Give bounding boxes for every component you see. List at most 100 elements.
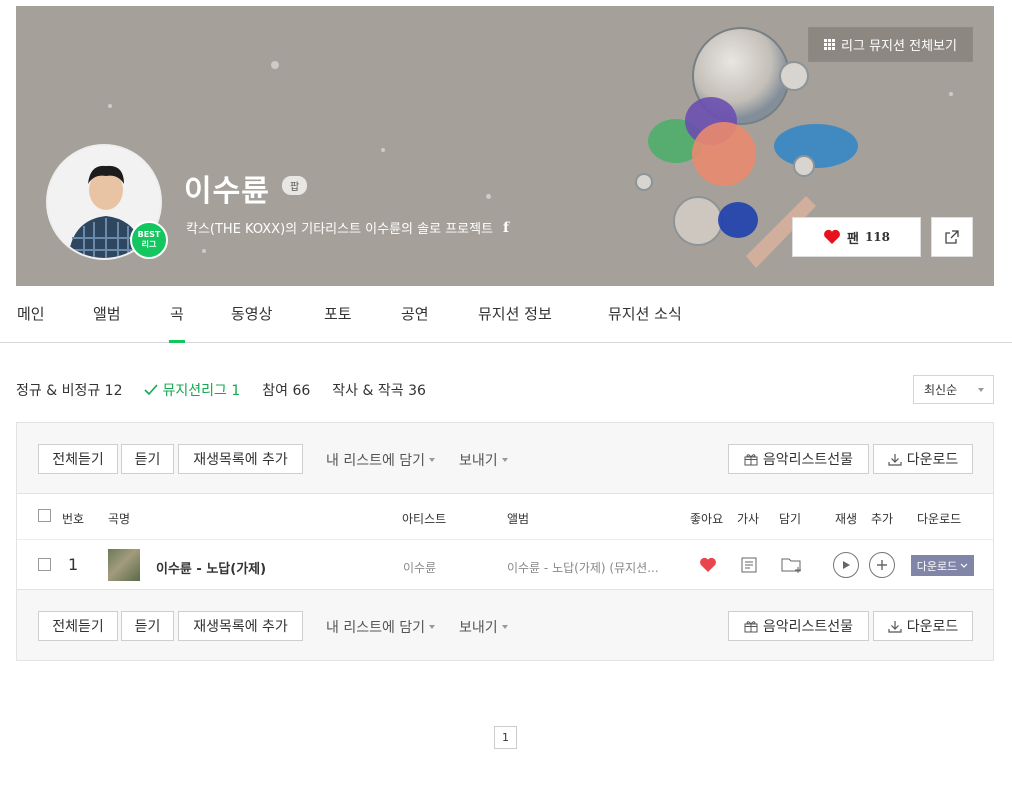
tab-songs[interactable]: 곡 (169, 303, 185, 343)
filter-regular[interactable]: 정규 & 비정규 12 (16, 380, 122, 400)
gift-music-list-label: 음악리스트선물 (762, 452, 854, 468)
send-dropdown[interactable]: 보내기 (459, 617, 508, 637)
facebook-icon[interactable]: f (503, 220, 509, 236)
download-button[interactable]: 다운로드 (873, 444, 973, 474)
filter-songwriting[interactable]: 작사 & 작곡 36 (332, 380, 426, 400)
tab-photos[interactable]: 포토 (324, 303, 352, 324)
header-number: 번호 (62, 512, 85, 526)
pagination-page-1[interactable]: 1 (494, 726, 517, 749)
song-album[interactable]: 이수륜 - 노답(가제) (뮤지션... (507, 559, 667, 576)
chevron-down-icon (960, 563, 968, 568)
filter-musician-league[interactable]: 뮤지션리그 1 (144, 380, 240, 400)
save-to-my-list-label: 내 리스트에 담기 (326, 453, 426, 469)
best-league-badge: BEST 리그 (130, 221, 168, 259)
tab-album[interactable]: 앨범 (93, 303, 121, 324)
tab-concerts[interactable]: 공연 (401, 303, 429, 324)
lyrics-icon[interactable] (741, 557, 757, 573)
tab-videos[interactable]: 동영상 (231, 303, 272, 324)
save-to-my-list-dropdown[interactable]: 내 리스트에 담기 (326, 450, 436, 470)
all-league-musicians-label: 리그 뮤지션 전체보기 (841, 39, 957, 54)
chevron-down-icon (501, 458, 508, 462)
header-album: 앨범 (507, 512, 530, 526)
artist-hero-banner: 리그 뮤지션 전체보기 BEST 리그 이수륜 팝 칵스(THE KOXX)의 … (16, 6, 994, 286)
header-lyrics: 가사 (737, 512, 760, 526)
row-download-button[interactable]: 다운로드 (911, 555, 974, 576)
row-add-button[interactable] (869, 552, 895, 578)
like-heart-icon[interactable] (699, 557, 717, 573)
song-title[interactable]: 이수륜 - 노답(가제) (156, 558, 266, 577)
song-list-toolbar-bottom: 전체듣기 듣기 재생목록에 추가 내 리스트에 담기 보내기 음악리스트선물 다… (16, 589, 994, 661)
bokeh-dot (381, 148, 385, 152)
song-artist[interactable]: 이수륜 (403, 559, 436, 576)
play-button[interactable]: 듣기 (121, 611, 174, 641)
play-icon (843, 561, 850, 569)
play-all-button[interactable]: 전체듣기 (38, 611, 118, 641)
chevron-down-icon (501, 625, 508, 629)
play-all-button[interactable]: 전체듣기 (38, 444, 118, 474)
song-category-filters: 정규 & 비정규 12 뮤지션리그 1 참여 66 작사 & 작곡 36 (16, 380, 426, 400)
header-artist: 아티스트 (402, 512, 447, 526)
filter-musician-league-label: 뮤지션리그 1 (162, 383, 241, 399)
download-button[interactable]: 다운로드 (873, 611, 973, 641)
row-number: 1 (68, 555, 79, 574)
row-download-label: 다운로드 (916, 559, 958, 573)
header-title: 곡명 (108, 512, 131, 526)
bokeh-dot (271, 61, 279, 69)
header-download: 다운로드 (917, 512, 962, 526)
artist-tab-bar: 메인 앨범 곡 동영상 포토 공연 뮤지션 정보 뮤지션 소식 (0, 286, 1012, 343)
header-save: 담기 (779, 512, 802, 526)
league-badge-text: 리그 (141, 240, 157, 249)
save-to-my-list-dropdown[interactable]: 내 리스트에 담기 (326, 617, 436, 637)
bokeh-dot (108, 104, 112, 108)
bokeh-dot (202, 249, 206, 253)
row-checkbox[interactable] (38, 558, 51, 571)
gift-icon (744, 453, 758, 465)
fan-count: 118 (864, 230, 891, 244)
sort-dropdown[interactable]: 최신순 (913, 375, 994, 404)
share-icon (945, 230, 959, 244)
filter-participation[interactable]: 참여 66 (262, 380, 310, 400)
add-to-playlist-button[interactable]: 재생목록에 추가 (178, 444, 303, 474)
tab-musician-news[interactable]: 뮤지션 소식 (608, 303, 682, 324)
tab-main[interactable]: 메인 (17, 303, 45, 324)
gift-music-list-button[interactable]: 음악리스트선물 (728, 611, 869, 641)
add-to-playlist-button[interactable]: 재생목록에 추가 (178, 611, 303, 641)
plus-icon (877, 560, 887, 570)
header-add: 추가 (871, 512, 894, 526)
select-all-checkbox[interactable] (38, 509, 51, 522)
share-button[interactable] (931, 217, 973, 257)
song-list-toolbar-top: 전체듣기 듣기 재생목록에 추가 내 리스트에 담기 보내기 음악리스트선물 다… (16, 422, 994, 494)
fan-label: 팬 (846, 231, 859, 247)
genre-badge: 팝 (282, 176, 308, 195)
chevron-down-icon (978, 388, 984, 392)
header-play: 재생 (835, 512, 858, 526)
heart-icon (824, 229, 840, 244)
play-button[interactable]: 듣기 (121, 444, 174, 474)
tab-musician-info[interactable]: 뮤지션 정보 (478, 303, 552, 324)
gift-music-list-button[interactable]: 음악리스트선물 (728, 444, 869, 474)
artist-description: 칵스(THE KOXX)의 기타리스트 이수륜의 솔로 프로젝트 f (186, 218, 509, 238)
chevron-down-icon (429, 625, 436, 629)
download-icon (888, 620, 902, 633)
artist-description-text: 칵스(THE KOXX)의 기타리스트 이수륜의 솔로 프로젝트 (186, 222, 494, 237)
bokeh-dot (486, 194, 491, 199)
best-badge-text: BEST (137, 230, 161, 239)
album-cover-thumbnail[interactable] (108, 549, 140, 581)
send-label: 보내기 (459, 620, 498, 636)
download-icon (888, 453, 902, 466)
fan-button[interactable]: 팬 118 (792, 217, 921, 257)
row-play-button[interactable] (833, 552, 859, 578)
all-league-musicians-button[interactable]: 리그 뮤지션 전체보기 (808, 27, 973, 62)
chevron-down-icon (429, 458, 436, 462)
sort-selected-value: 최신순 (924, 383, 958, 397)
download-label: 다운로드 (906, 619, 959, 635)
gift-music-list-label: 음악리스트선물 (762, 619, 854, 635)
save-folder-icon[interactable] (781, 556, 803, 574)
check-icon (144, 384, 159, 396)
table-row: 1 이수륜 - 노답(가제) 이수륜 이수륜 - 노답(가제) (뮤지션... … (16, 540, 994, 589)
send-label: 보내기 (459, 453, 498, 469)
grid-icon (824, 39, 836, 50)
save-to-my-list-label: 내 리스트에 담기 (326, 620, 426, 636)
song-table-header: 번호 곡명 아티스트 앨범 좋아요 가사 담기 재생 추가 다운로드 (16, 494, 994, 540)
send-dropdown[interactable]: 보내기 (459, 450, 508, 470)
